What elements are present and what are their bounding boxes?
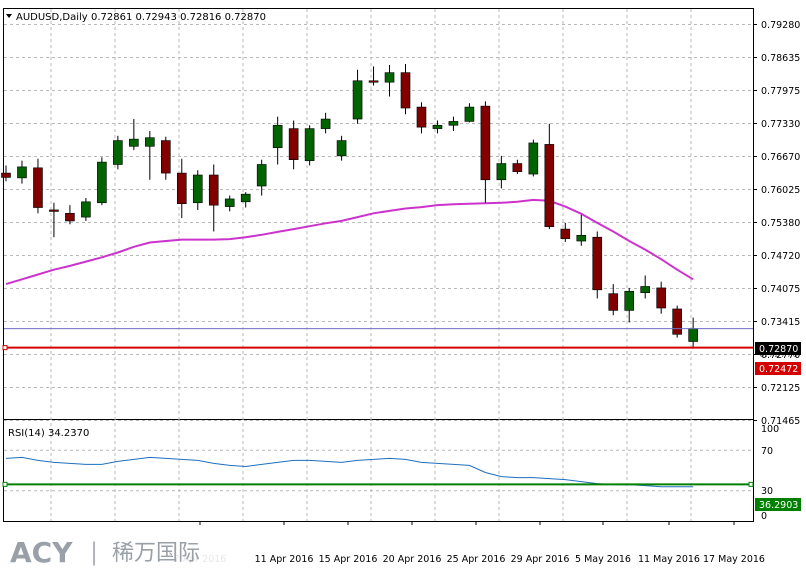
- candle-body: [176, 172, 187, 205]
- y-tick-label: 0.79280: [761, 20, 800, 31]
- y-tick-label: 0.74075: [761, 284, 800, 295]
- candle-body: [608, 293, 619, 311]
- x-tick-label: 5 May 2016: [575, 554, 631, 565]
- candle-body: [336, 140, 347, 157]
- candle-body: [432, 124, 443, 129]
- candle: [113, 135, 123, 170]
- rsi-label: RSI(14) 34.2370: [8, 428, 89, 439]
- candle-body: [288, 128, 299, 161]
- x-tick-label: 25 Apr 2016: [447, 554, 506, 565]
- candle-body: [1, 172, 11, 178]
- candle: [528, 139, 539, 177]
- candle-body: [384, 72, 395, 83]
- candle-body: [192, 174, 203, 204]
- candle-body: [129, 138, 139, 147]
- candle-body: [320, 118, 331, 129]
- candle-body: [97, 161, 107, 204]
- chart: 10070300 0.792800.786350.779750.773300.7…: [1, 8, 801, 573]
- candle-body: [224, 198, 235, 207]
- x-tick-label: 15 Apr 2016: [319, 554, 378, 565]
- candle-body: [272, 124, 283, 149]
- candle-body: [640, 286, 651, 293]
- candle-body: [49, 209, 59, 212]
- y-tick-label: 0.78635: [761, 53, 800, 64]
- candle-body: [448, 121, 459, 126]
- watermark-chinese: 稀万国际: [112, 541, 200, 566]
- y-tick-label: 0.76025: [761, 185, 800, 196]
- candle: [592, 231, 603, 299]
- y-tick-label: 0.71465: [761, 416, 800, 427]
- candle-body: [592, 236, 603, 291]
- rsi-tick-label: 70: [761, 446, 773, 457]
- candle-body: [65, 212, 75, 222]
- x-tick-label: 17 May 2016: [703, 554, 765, 565]
- candle-body: [576, 234, 587, 242]
- candle-body: [352, 80, 363, 120]
- rsi-level-handle-left[interactable]: [2, 481, 8, 487]
- y-tick-label: 0.73415: [761, 317, 800, 328]
- rsi-level-handle-right[interactable]: [748, 481, 754, 487]
- candle: [304, 125, 315, 166]
- y-tick-label: 0.77330: [761, 119, 800, 130]
- ohlc-header: 0.72861 0.72943 0.72816 0.72870: [91, 12, 266, 23]
- candle-body: [113, 140, 123, 165]
- candle-body: [256, 164, 267, 187]
- candle-body: [368, 80, 379, 83]
- candle-body: [208, 174, 219, 206]
- x-tick-label: 11 Apr 2016: [255, 554, 314, 565]
- chart-frame: [3, 8, 754, 522]
- candle-body: [400, 72, 411, 109]
- candle-body: [656, 287, 666, 309]
- x-tick-label: 20 Apr 2016: [383, 554, 442, 565]
- candle-body: [544, 144, 555, 227]
- watermark-brand: ACY: [10, 536, 73, 569]
- candle-body: [464, 106, 475, 122]
- rsi-tick-label: 0: [761, 511, 767, 522]
- y-tick-label: 0.75380: [761, 218, 800, 229]
- y-tick-label: 0.72125: [761, 383, 800, 394]
- support-price-label: 0.72472: [759, 364, 798, 375]
- x-tick-label: 11 May 2016: [638, 554, 700, 565]
- candle-body: [416, 106, 427, 128]
- candle-body: [304, 128, 315, 161]
- y-tick-label: 0.77975: [761, 86, 800, 97]
- x-tick-label: 29 Apr 2016: [511, 554, 570, 565]
- chart-title: AUDUSD,Daily: [16, 12, 88, 23]
- candle-body: [688, 328, 698, 342]
- candle: [97, 157, 107, 206]
- candle: [672, 305, 682, 338]
- candle-body: [161, 140, 171, 174]
- support-handle[interactable]: [2, 345, 8, 351]
- candle-body: [512, 163, 523, 172]
- rsi-level-label: 36.2903: [759, 500, 798, 511]
- candle-body: [81, 201, 91, 218]
- candle-body: [145, 137, 155, 147]
- candle-body: [17, 166, 27, 179]
- y-tick-label: 0.76670: [761, 152, 800, 163]
- watermark-separator: |: [90, 538, 98, 566]
- candle-body: [240, 193, 251, 203]
- x-axis: 7 Apr 201611 Apr 201615 Apr 201620 Apr 2…: [174, 521, 765, 565]
- candle-body: [480, 105, 491, 181]
- candle-body: [496, 163, 507, 181]
- candle: [161, 136, 171, 180]
- watermark: ACY | 稀万国际: [4, 527, 228, 573]
- candle-body: [672, 308, 682, 335]
- candle-body: [528, 142, 539, 175]
- candle-body: [624, 290, 635, 311]
- candle-body: [33, 167, 43, 208]
- rsi-tick-label: 30: [761, 486, 773, 497]
- candle-body: [560, 228, 571, 239]
- y-tick-label: 0.74720: [761, 251, 800, 262]
- current-price-label: 0.72870: [759, 344, 798, 355]
